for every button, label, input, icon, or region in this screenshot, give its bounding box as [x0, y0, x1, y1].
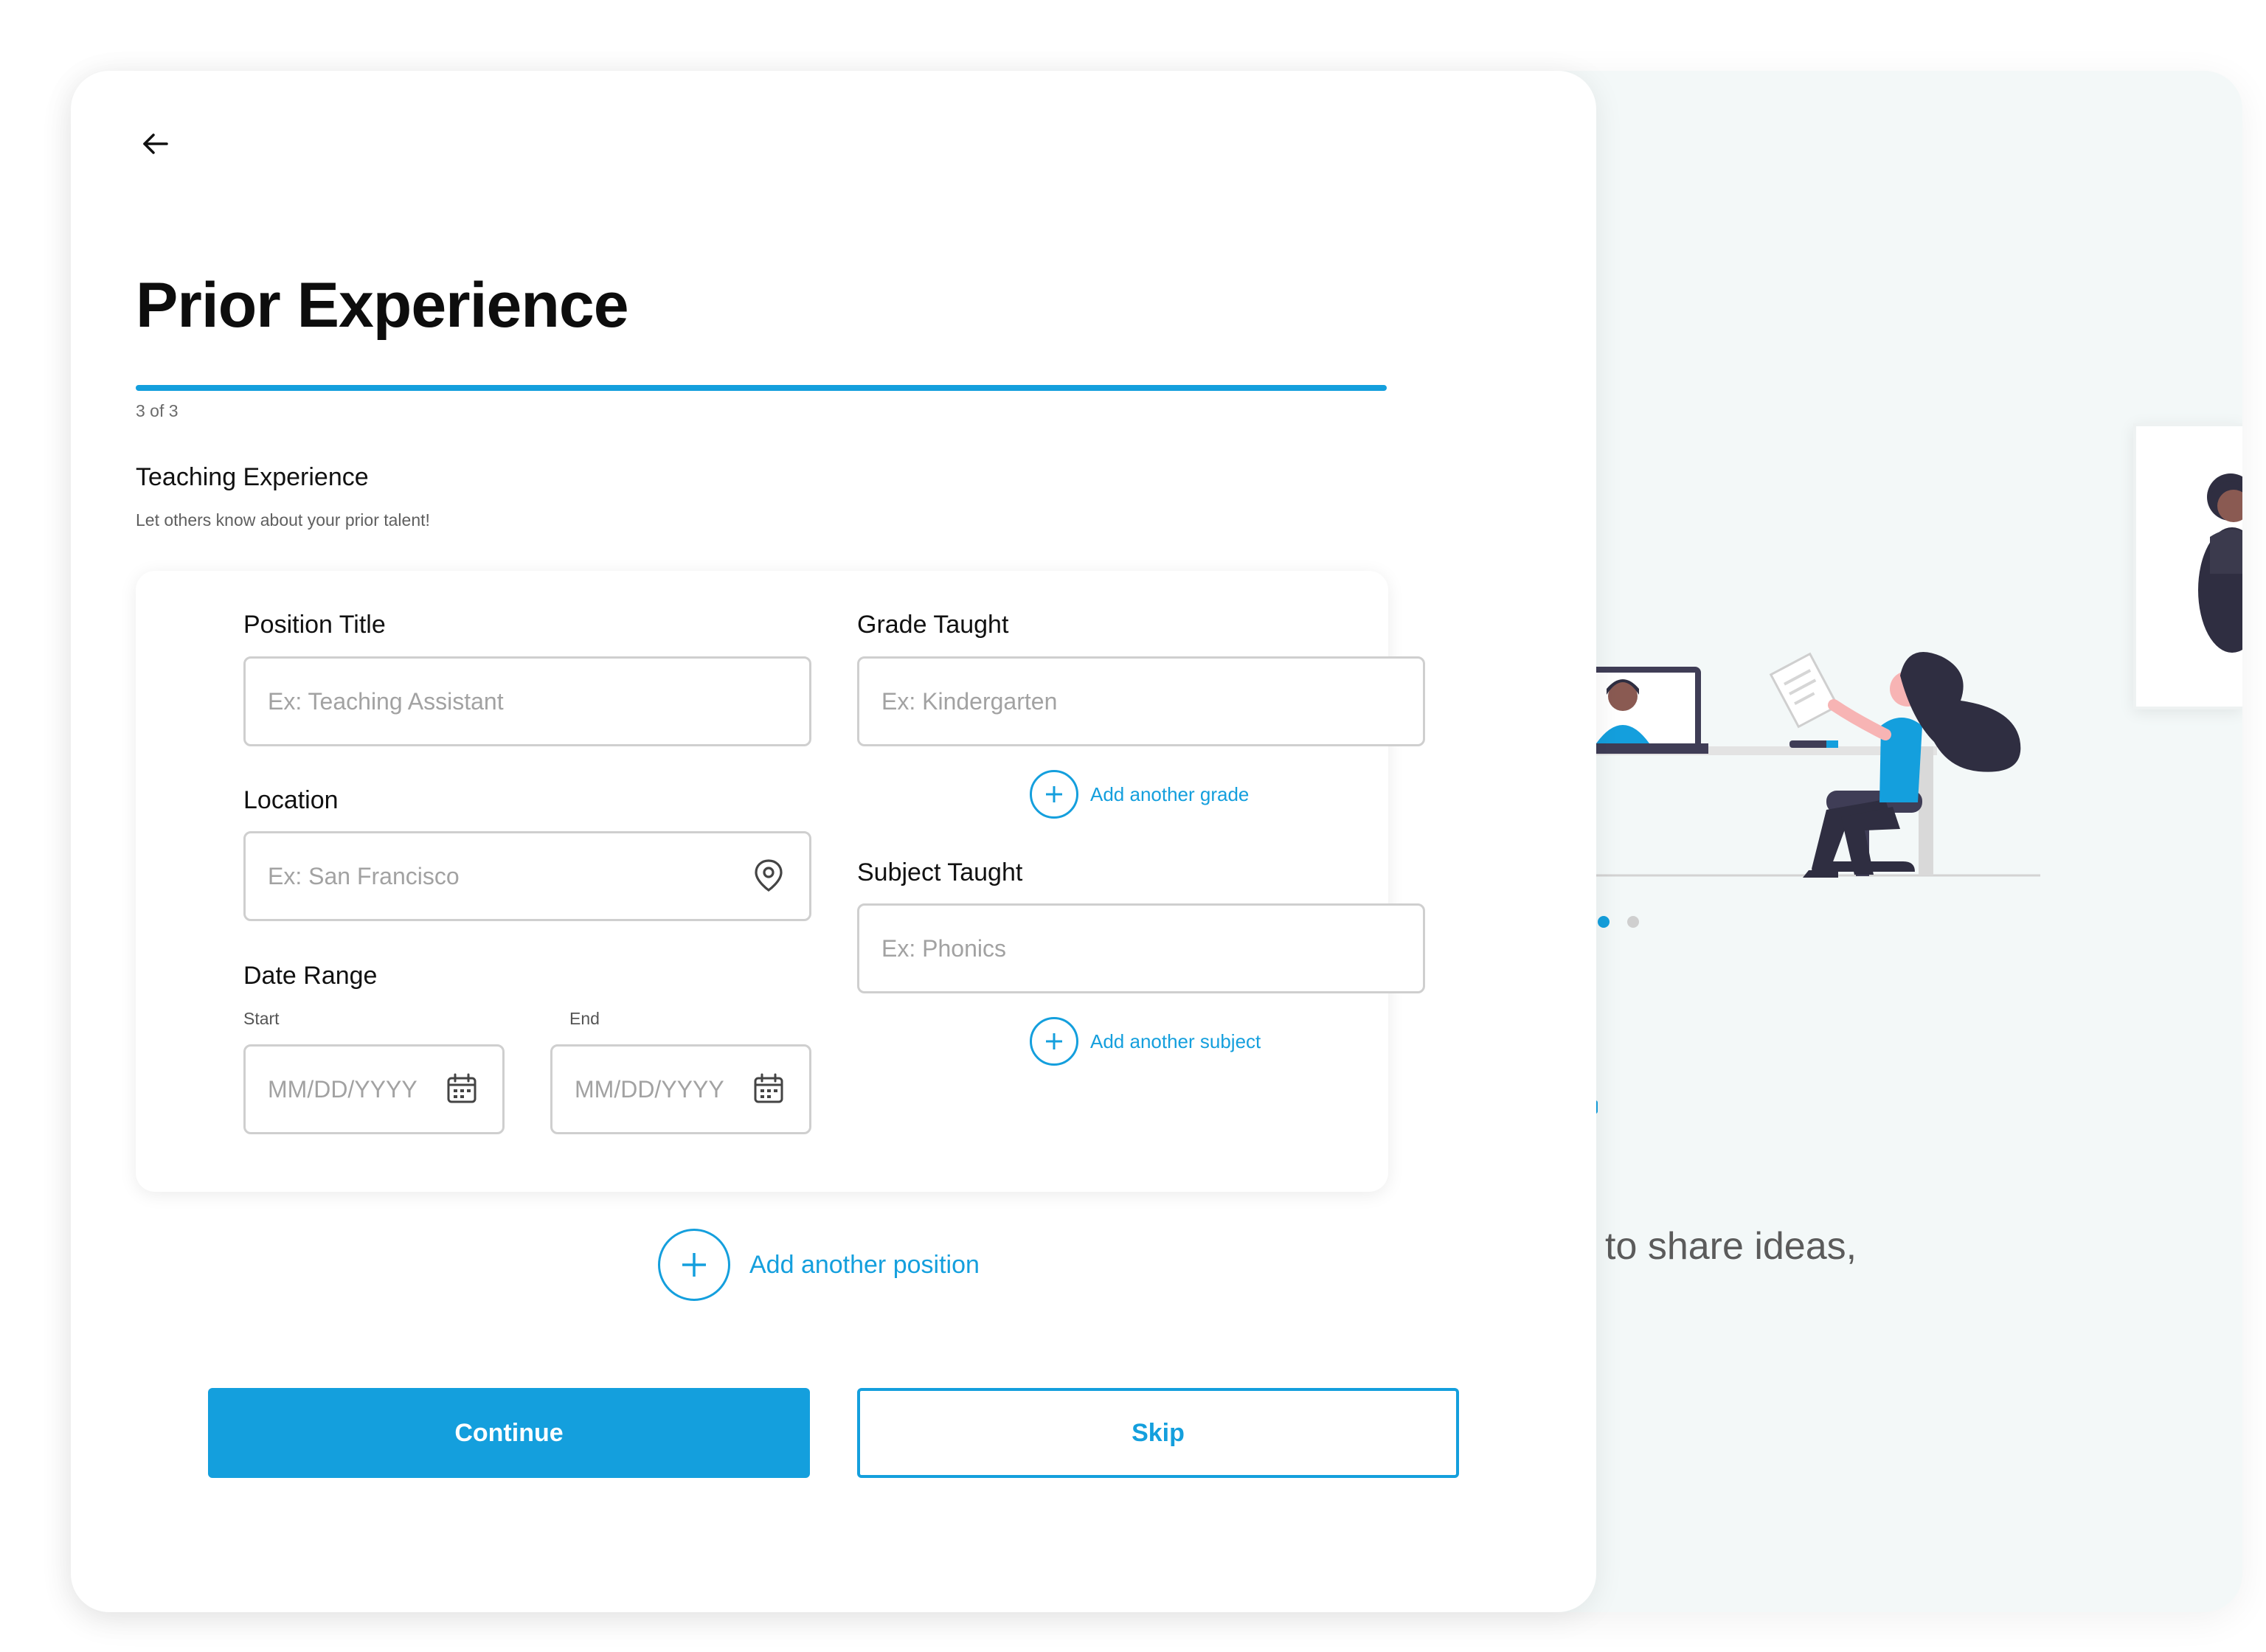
section-heading: Teaching Experience: [136, 463, 369, 491]
subject-taught-input[interactable]: [857, 903, 1425, 993]
thumbnail-card: [2133, 423, 2242, 709]
person-thumbnail-illustration: [2198, 473, 2242, 653]
carousel-dot-active[interactable]: [1598, 916, 1610, 928]
page-title: Prior Experience: [136, 270, 629, 341]
add-grade-label: Add another grade: [1090, 782, 1250, 805]
carousel-dot[interactable]: [1627, 916, 1639, 928]
date-range-label: Date Range: [243, 962, 378, 990]
start-date-label: Start: [243, 1009, 280, 1028]
plus-circle-icon: [1030, 1017, 1078, 1066]
progress-bar-fill: [136, 385, 1387, 391]
subject-taught-label: Subject Taught: [857, 858, 1023, 886]
progress-bar: [136, 385, 1387, 391]
add-subject-label: Add another subject: [1090, 1030, 1261, 1052]
location-label: Location: [243, 786, 339, 814]
back-button[interactable]: [125, 114, 184, 173]
plus-circle-icon: [1030, 770, 1078, 819]
onboarding-tagline: to share ideas,: [1605, 1225, 1857, 1268]
continue-button[interactable]: Continue: [208, 1388, 810, 1478]
grade-taught-input[interactable]: [857, 656, 1425, 746]
add-position-button[interactable]: Add another position: [658, 1229, 980, 1301]
map-pin-icon[interactable]: [751, 858, 786, 893]
grade-taught-label: Grade Taught: [857, 611, 1009, 639]
calendar-icon[interactable]: [444, 1071, 479, 1106]
skip-button[interactable]: Skip: [857, 1388, 1459, 1478]
woman-at-desk-illustration: [1590, 651, 2040, 878]
position-title-input[interactable]: [243, 656, 811, 746]
plus-circle-icon: [658, 1229, 730, 1301]
location-input[interactable]: [243, 831, 811, 921]
arrow-left-icon: [143, 133, 168, 154]
add-grade-button[interactable]: Add another grade: [1030, 770, 1249, 819]
add-subject-button[interactable]: Add another subject: [1030, 1017, 1261, 1066]
section-subheading: Let others know about your prior talent!: [136, 510, 430, 530]
end-date-label: End: [569, 1009, 600, 1028]
step-indicator: 3 of 3: [136, 401, 179, 420]
calendar-icon[interactable]: [751, 1071, 786, 1106]
add-position-label: Add another position: [749, 1250, 980, 1279]
position-title-label: Position Title: [243, 611, 386, 639]
